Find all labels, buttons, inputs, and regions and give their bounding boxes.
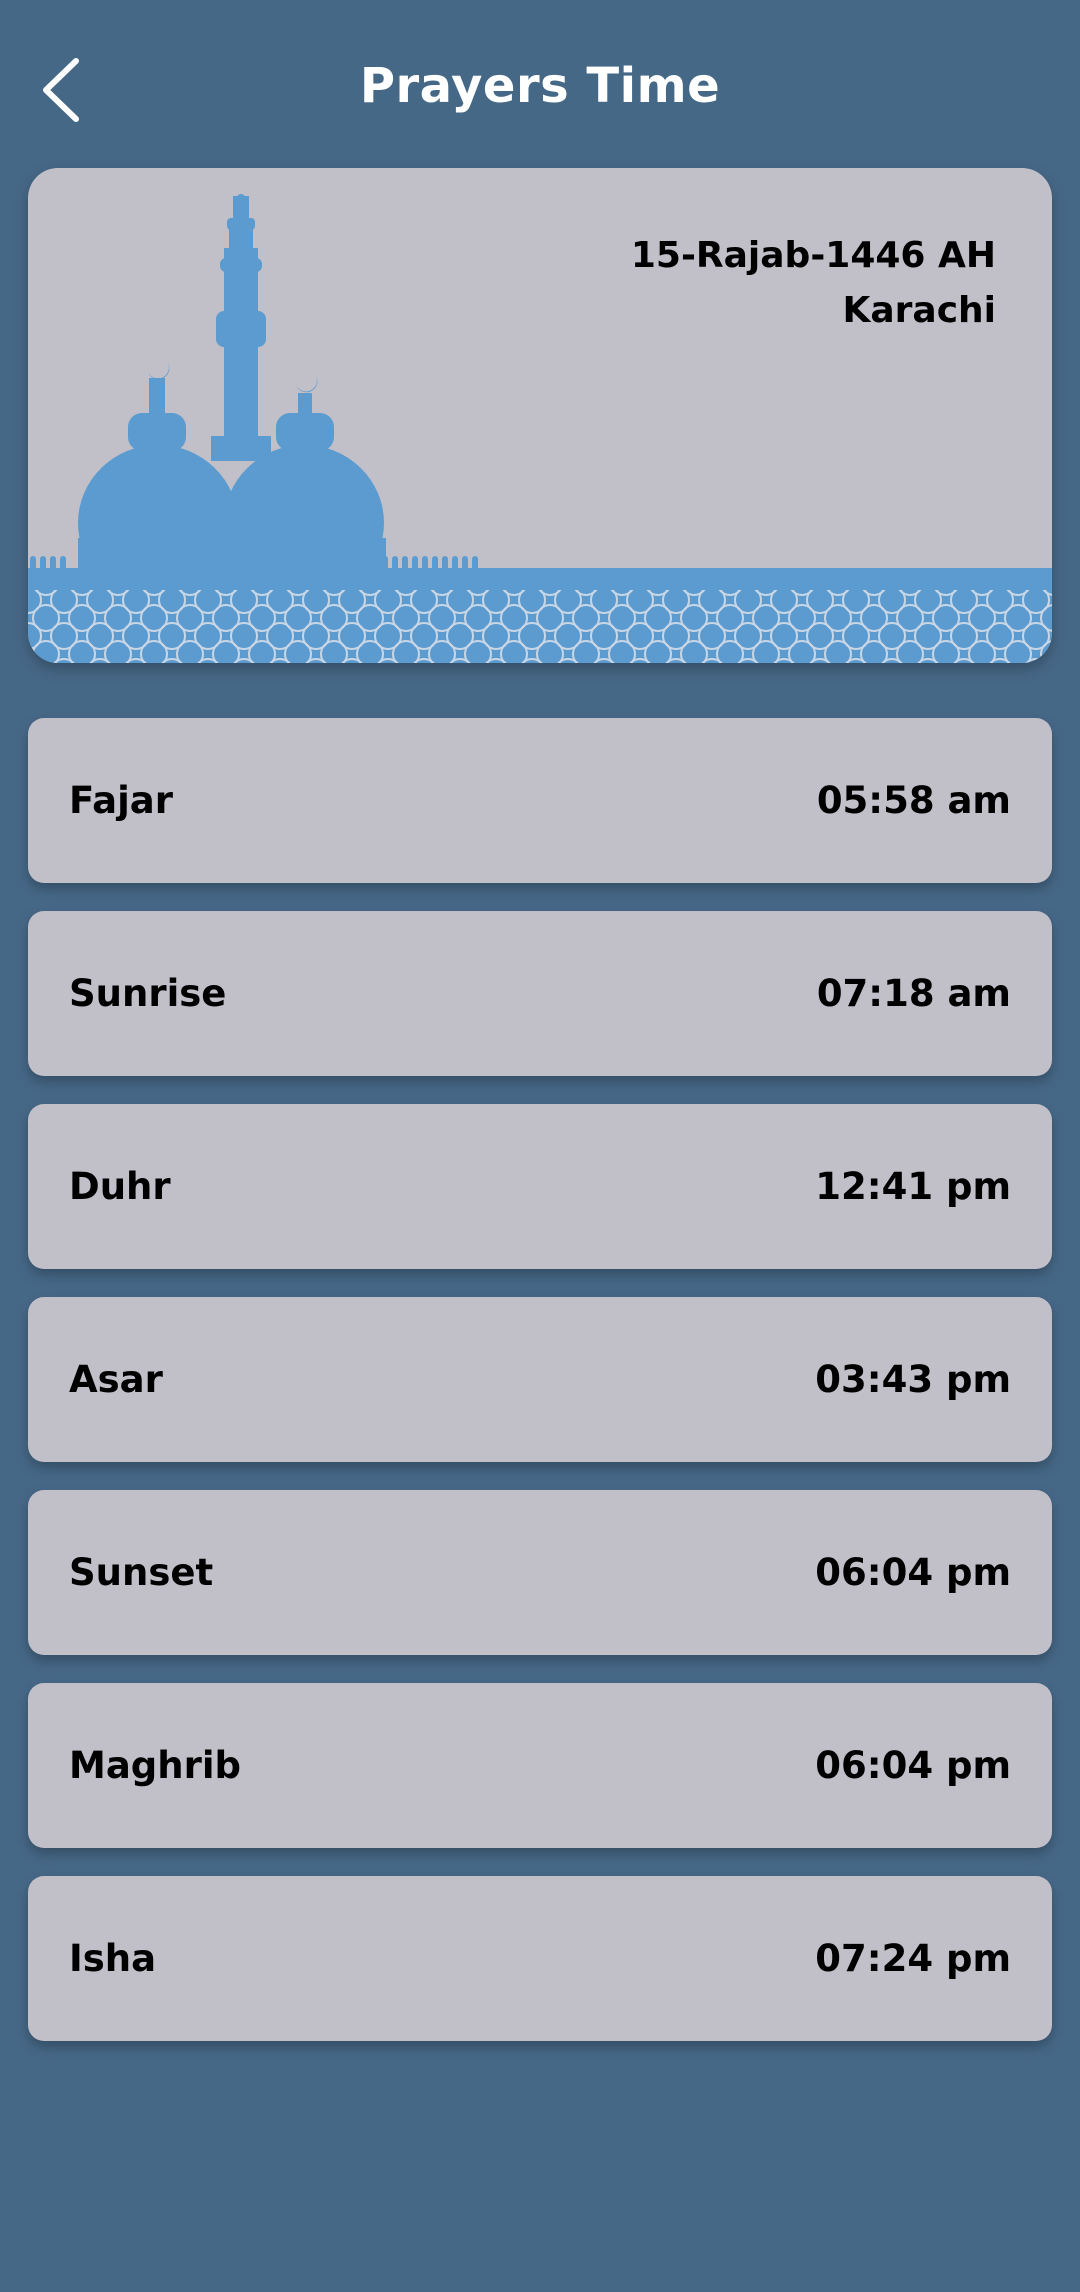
prayer-name: Duhr [69, 1165, 171, 1208]
prayer-row-fajar[interactable]: Fajar 05:58 am [28, 718, 1052, 883]
city-name: Karachi [842, 290, 996, 331]
prayer-time: 06:04 pm [815, 1744, 1011, 1787]
hijri-date: 15-Rajab-1446 AH [630, 235, 996, 276]
prayer-name: Maghrib [69, 1744, 242, 1787]
date-location-block: 15-Rajab-1446 AH Karachi [631, 228, 996, 338]
prayer-name: Sunset [69, 1551, 214, 1594]
prayer-time: 07:18 am [816, 972, 1011, 1015]
prayer-times-screen: Prayers Time 15-Rajab-1446 AH Karachi Fa… [0, 0, 1080, 2292]
prayer-row-isha[interactable]: Isha 07:24 pm [28, 1876, 1052, 2041]
page-title: Prayers Time [359, 58, 721, 114]
prayer-name: Sunrise [69, 972, 227, 1015]
prayer-row-asar[interactable]: Asar 03:43 pm [28, 1297, 1052, 1462]
prayer-time: 05:58 am [816, 779, 1011, 822]
prayer-name: Asar [69, 1358, 163, 1401]
prayer-name: Isha [69, 1937, 157, 1980]
prayer-name: Fajar [69, 779, 173, 822]
app-bar: Prayers Time [0, 0, 1080, 180]
prayer-row-duhr[interactable]: Duhr 12:41 pm [28, 1104, 1052, 1269]
prayer-row-maghrib[interactable]: Maghrib 06:04 pm [28, 1683, 1052, 1848]
prayer-time: 06:04 pm [815, 1551, 1011, 1594]
prayer-times-list: Fajar 05:58 am Sunrise 07:18 am Duhr 12:… [28, 718, 1052, 2069]
prayer-time: 07:24 pm [815, 1937, 1011, 1980]
date-location-card: 15-Rajab-1446 AH Karachi [28, 168, 1052, 663]
prayer-time: 03:43 pm [815, 1358, 1011, 1401]
prayer-time: 12:41 pm [815, 1165, 1011, 1208]
prayer-row-sunrise[interactable]: Sunrise 07:18 am [28, 911, 1052, 1076]
prayer-row-sunset[interactable]: Sunset 06:04 pm [28, 1490, 1052, 1655]
